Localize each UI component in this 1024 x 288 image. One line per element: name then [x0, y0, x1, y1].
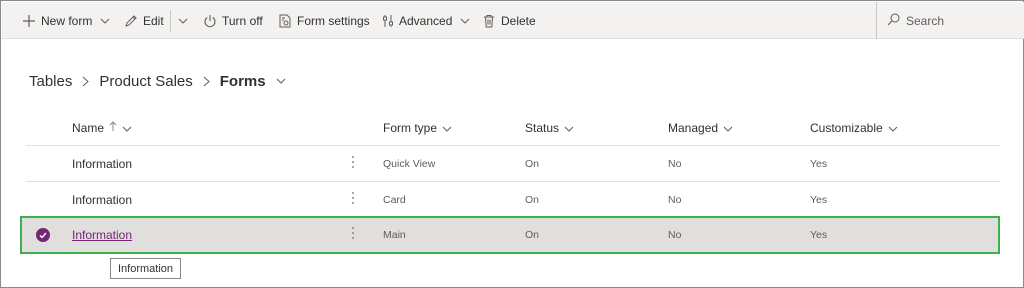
- advanced-icon: [382, 14, 394, 28]
- form-settings-icon: [278, 14, 292, 28]
- breadcrumb-forms[interactable]: Forms: [220, 73, 266, 90]
- new-form-label: New form: [41, 13, 93, 28]
- column-header-status[interactable]: Status: [525, 119, 574, 137]
- row-status: On: [525, 229, 540, 241]
- more-options-icon[interactable]: [351, 227, 355, 243]
- search-input[interactable]: Search: [906, 14, 944, 28]
- command-bar: New form Edit Turn off Form settings Adv…: [2, 2, 1024, 39]
- form-settings-label: Form settings: [297, 13, 370, 28]
- app-frame: New form Edit Turn off Form settings Adv…: [0, 0, 1024, 288]
- column-form-type-label: Form type: [383, 121, 438, 135]
- edit-dropdown-button[interactable]: [178, 2, 188, 39]
- checkmark-icon[interactable]: [36, 228, 50, 242]
- chevron-down-icon: [100, 18, 110, 24]
- chevron-down-icon: [178, 18, 188, 24]
- row-customizable: Yes: [810, 158, 828, 170]
- power-icon: [203, 14, 217, 28]
- delete-button[interactable]: Delete: [482, 2, 536, 39]
- table-row[interactable]: Information Card On No Yes: [26, 182, 1000, 218]
- toolbar-divider: [170, 10, 171, 32]
- row-form-type: Main: [383, 229, 406, 241]
- table-row[interactable]: Information Quick View On No Yes: [26, 146, 1000, 182]
- column-name-label: Name: [72, 121, 105, 135]
- column-header-managed[interactable]: Managed: [668, 119, 733, 137]
- row-managed: No: [668, 158, 682, 170]
- row-status: On: [525, 158, 540, 170]
- tooltip: Information: [110, 258, 182, 279]
- row-form-type: Quick View: [383, 158, 436, 170]
- row-name[interactable]: Information: [72, 228, 132, 242]
- breadcrumb: Tables Product Sales Forms: [29, 71, 286, 91]
- column-status-label: Status: [525, 121, 560, 135]
- chevron-down-icon: [122, 121, 132, 135]
- row-managed: No: [668, 194, 682, 206]
- more-options-icon[interactable]: [351, 156, 355, 172]
- turn-off-label: Turn off: [222, 13, 263, 28]
- chevron-down-icon: [442, 121, 452, 135]
- edit-label: Edit: [143, 13, 164, 28]
- delete-label: Delete: [501, 13, 536, 28]
- breadcrumb-product-sales[interactable]: Product Sales: [99, 73, 192, 90]
- column-header-name[interactable]: Name: [72, 119, 132, 137]
- turn-off-button[interactable]: Turn off: [203, 2, 263, 39]
- trash-icon: [482, 14, 496, 28]
- chevron-down-icon: [723, 121, 733, 135]
- advanced-button[interactable]: Advanced: [382, 2, 470, 39]
- row-name-link[interactable]: Information: [72, 218, 132, 252]
- column-customizable-label: Customizable: [810, 121, 883, 135]
- column-header-customizable[interactable]: Customizable: [810, 119, 898, 137]
- row-customizable: Yes: [810, 229, 828, 241]
- search-box[interactable]: Search: [876, 2, 1024, 39]
- more-options-icon[interactable]: [351, 192, 355, 208]
- arrow-up-icon: [109, 121, 117, 135]
- table-row-selected[interactable]: Information Main On No Yes: [20, 216, 1000, 254]
- breadcrumb-tables[interactable]: Tables: [29, 73, 72, 90]
- chevron-right-icon: [203, 76, 210, 87]
- pencil-icon: [124, 14, 138, 28]
- chevron-down-icon: [460, 18, 470, 24]
- chevron-down-icon: [564, 121, 574, 135]
- column-managed-label: Managed: [668, 121, 719, 135]
- chevron-down-icon[interactable]: [276, 78, 286, 84]
- advanced-label: Advanced: [399, 13, 453, 28]
- form-settings-button[interactable]: Form settings: [278, 2, 370, 39]
- row-name[interactable]: Information: [72, 146, 132, 182]
- search-icon: [887, 13, 900, 29]
- chevron-down-icon: [888, 121, 898, 135]
- edit-button[interactable]: Edit: [124, 2, 164, 39]
- row-name[interactable]: Information: [72, 182, 132, 218]
- row-customizable: Yes: [810, 194, 828, 206]
- row-form-type: Card: [383, 194, 406, 206]
- row-managed: No: [668, 229, 682, 241]
- new-form-button[interactable]: New form: [22, 2, 110, 39]
- chevron-right-icon: [82, 76, 90, 87]
- plus-icon: [22, 14, 36, 28]
- row-status: On: [525, 194, 540, 206]
- column-header-form-type[interactable]: Form type: [383, 119, 452, 137]
